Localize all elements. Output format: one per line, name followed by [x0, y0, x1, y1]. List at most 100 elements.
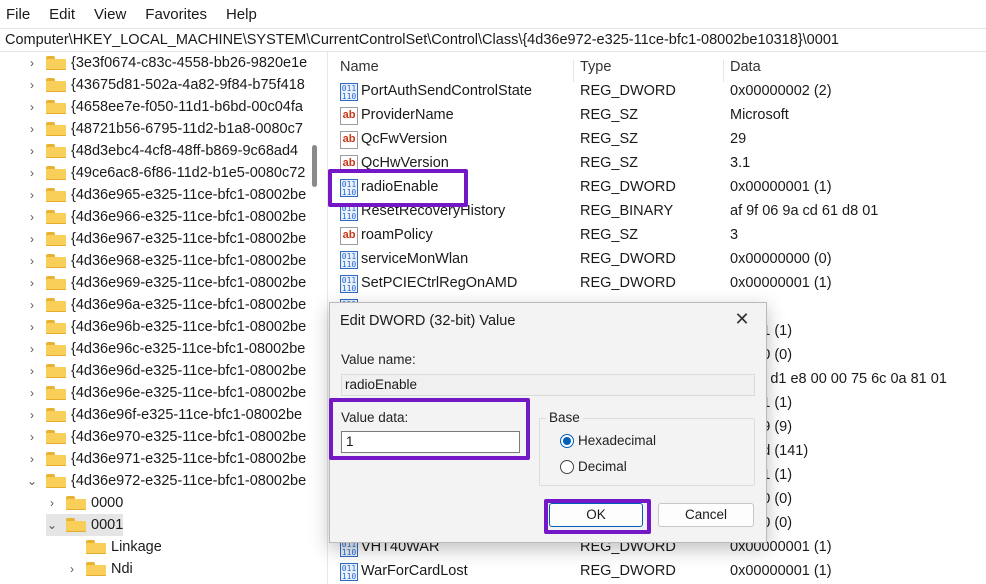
- tree-item[interactable]: Linkage: [66, 536, 162, 558]
- tree-item[interactable]: › {4d36e969-e325-11ce-bfc1-08002be: [26, 272, 306, 294]
- tree-item[interactable]: › {43675d81-502a-4a82-9f84-b75f418: [26, 74, 305, 96]
- chevron-icon[interactable]: ›: [26, 294, 38, 316]
- value-row[interactable]: 011 110 WarForCardLost REG_DWORD 0x00000001 …: [330, 560, 986, 584]
- address-bar[interactable]: Computer\HKEY_LOCAL_MACHINE\SYSTEM\Curre…: [0, 28, 986, 52]
- folder-icon: [46, 298, 66, 312]
- column-type[interactable]: Type: [580, 59, 611, 75]
- highlight-box-ok: [544, 499, 651, 534]
- menu-file[interactable]: File: [6, 6, 30, 23]
- tree-scrollbar[interactable]: [312, 145, 317, 187]
- chevron-icon[interactable]: ⌄: [26, 470, 38, 492]
- chevron-icon[interactable]: ›: [26, 74, 38, 96]
- value-row[interactable]: ab ProviderName REG_SZ Microsoft: [330, 104, 986, 128]
- tree-item[interactable]: › {48d3ebc4-4cf8-48ff-b869-9c68ad4: [26, 140, 298, 162]
- value-row[interactable]: 011 110 SetPCIECtrlRegOnAMD REG_DWORD 0x0000…: [330, 272, 986, 296]
- folder-icon: [46, 364, 66, 378]
- column-divider[interactable]: [723, 60, 724, 82]
- folder-icon: [46, 386, 66, 400]
- column-divider[interactable]: [573, 60, 574, 82]
- value-row[interactable]: ab QcFwVersion REG_SZ 29: [330, 128, 986, 152]
- chevron-icon[interactable]: ›: [46, 492, 58, 514]
- value-data: 0x00000001 (1): [730, 275, 832, 291]
- value-name: WarForCardLost: [361, 563, 468, 579]
- chevron-icon[interactable]: ›: [26, 426, 38, 448]
- folder-icon: [46, 188, 66, 202]
- menu-help[interactable]: Help: [226, 6, 257, 23]
- chevron-icon[interactable]: ›: [66, 558, 78, 580]
- highlight-box-value-data: [329, 398, 530, 460]
- value-type: REG_DWORD: [580, 179, 676, 195]
- chevron-icon[interactable]: ›: [26, 404, 38, 426]
- chevron-icon[interactable]: ›: [26, 250, 38, 272]
- chevron-icon[interactable]: ›: [26, 140, 38, 162]
- chevron-icon[interactable]: ›: [26, 272, 38, 294]
- chevron-icon[interactable]: ›: [26, 52, 38, 74]
- decimal-label[interactable]: Decimal: [578, 459, 627, 474]
- tree-item[interactable]: › {4d36e96f-e325-11ce-bfc1-08002be: [26, 404, 302, 426]
- column-data[interactable]: Data: [730, 59, 761, 75]
- hexadecimal-radio[interactable]: [560, 434, 574, 448]
- tree-item[interactable]: › {4d36e96e-e325-11ce-bfc1-08002be: [26, 382, 306, 404]
- menu-edit[interactable]: Edit: [49, 6, 75, 23]
- chevron-icon[interactable]: ›: [26, 360, 38, 382]
- tree-item[interactable]: ⌄ {4d36e972-e325-11ce-bfc1-08002be: [26, 470, 306, 492]
- value-name: SetPCIECtrlRegOnAMD: [361, 275, 518, 291]
- chevron-icon[interactable]: ›: [26, 206, 38, 228]
- folder-icon: [46, 78, 66, 92]
- chevron-icon[interactable]: ›: [26, 448, 38, 470]
- tree-item[interactable]: › {3e3f0674-c83c-4558-bb26-9820e1e: [26, 52, 307, 74]
- chevron-icon[interactable]: ›: [26, 96, 38, 118]
- folder-icon: [46, 144, 66, 158]
- tree-item[interactable]: › {4d36e970-e325-11ce-bfc1-08002be: [26, 426, 306, 448]
- tree-item[interactable]: › {48721b56-6795-11d2-b1a8-0080c7: [26, 118, 303, 140]
- column-name[interactable]: Name: [340, 59, 379, 75]
- dialog-title: Edit DWORD (32-bit) Value: [340, 313, 516, 329]
- binary-value-icon: 011110: [340, 563, 358, 581]
- tree-item[interactable]: ⌄ 0001: [46, 514, 124, 536]
- registry-tree: › {3e3f0674-c83c-4558-bb26-9820e1e › {43675…: [0, 52, 328, 584]
- chevron-icon[interactable]: ›: [26, 228, 38, 250]
- value-type: REG_DWORD: [580, 275, 676, 291]
- value-row[interactable]: 011 110 PortAuthSendControlState REG_DWORD 0…: [330, 80, 986, 104]
- tree-item[interactable]: › {4d36e971-e325-11ce-bfc1-08002be: [26, 448, 306, 470]
- tree-item[interactable]: › {4d36e967-e325-11ce-bfc1-08002be: [26, 228, 306, 250]
- value-type: REG_SZ: [580, 227, 639, 243]
- folder-icon: [46, 276, 66, 290]
- tree-item[interactable]: › {4d36e968-e325-11ce-bfc1-08002be: [26, 250, 306, 272]
- menu-view[interactable]: View: [94, 6, 126, 23]
- tree-item[interactable]: › {4d36e96b-e325-11ce-bfc1-08002be: [26, 316, 306, 338]
- folder-icon: [46, 430, 66, 444]
- chevron-icon[interactable]: ›: [26, 162, 38, 184]
- folder-icon: [46, 166, 66, 180]
- tree-item[interactable]: › {4d36e96d-e325-11ce-bfc1-08002be: [26, 360, 306, 382]
- tree-item[interactable]: › {4d36e96a-e325-11ce-bfc1-08002be: [26, 294, 306, 316]
- binary-value-icon: 011110: [340, 83, 358, 101]
- tree-item[interactable]: › {4d36e966-e325-11ce-bfc1-08002be: [26, 206, 306, 228]
- chevron-icon[interactable]: ›: [26, 118, 38, 140]
- value-name: PortAuthSendControlState: [361, 83, 532, 99]
- tree-item[interactable]: › {4d36e96c-e325-11ce-bfc1-08002be: [26, 338, 305, 360]
- chevron-icon[interactable]: ›: [26, 184, 38, 206]
- tree-item[interactable]: › 0000: [46, 492, 123, 514]
- menu-favorites[interactable]: Favorites: [145, 6, 207, 23]
- chevron-icon[interactable]: ›: [26, 316, 38, 338]
- value-row[interactable]: 011 110 serviceMonWlan REG_DWORD 0x00000000 …: [330, 248, 986, 272]
- chevron-icon[interactable]: ›: [26, 338, 38, 360]
- tree-item[interactable]: › {4d36e965-e325-11ce-bfc1-08002be: [26, 184, 306, 206]
- folder-icon: [66, 518, 86, 532]
- hexadecimal-label[interactable]: Hexadecimal: [578, 433, 656, 448]
- folder-icon: [46, 320, 66, 334]
- tree-item[interactable]: › Ndi: [66, 558, 133, 580]
- string-value-icon: ab: [340, 131, 358, 149]
- cancel-button[interactable]: Cancel: [658, 503, 754, 527]
- chevron-icon[interactable]: ⌄: [46, 514, 58, 536]
- chevron-icon[interactable]: ›: [26, 382, 38, 404]
- value-row[interactable]: ab roamPolicy REG_SZ 3: [330, 224, 986, 248]
- tree-item[interactable]: › {4658ee7e-f050-11d1-b6bd-00c04fa: [26, 96, 303, 118]
- tree-item-label: {4d36e966-e325-11ce-bfc1-08002be: [71, 209, 307, 225]
- tree-item[interactable]: › {49ce6ac8-6f86-11d2-b1e5-0080c72: [26, 162, 305, 184]
- tree-item-label: 0001: [91, 517, 124, 533]
- close-icon[interactable]: ✕: [732, 309, 752, 330]
- tree-item-label: {48d3ebc4-4cf8-48ff-b869-9c68ad4: [71, 143, 299, 159]
- decimal-radio[interactable]: [560, 460, 574, 474]
